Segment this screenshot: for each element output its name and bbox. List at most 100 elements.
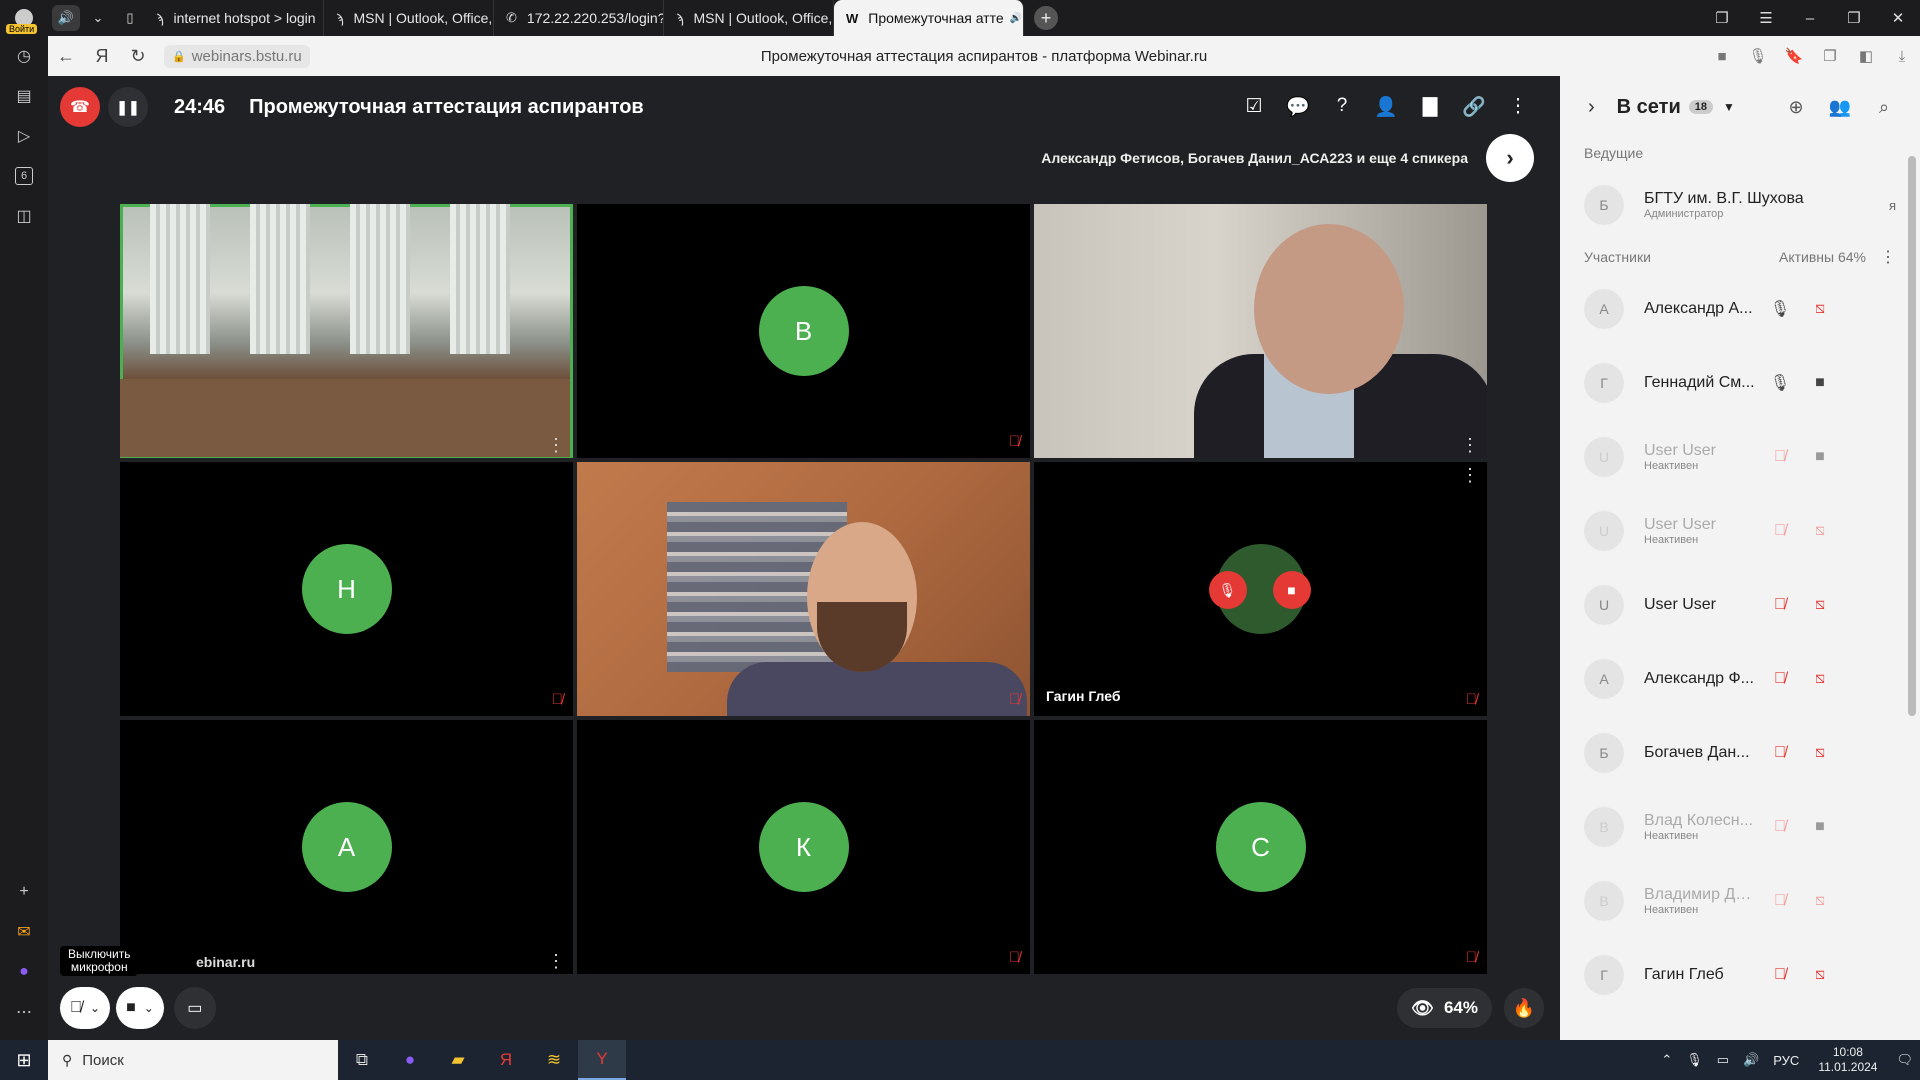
yandex-icon[interactable]: Я (84, 46, 120, 67)
download-icon[interactable]: ⤓ (1884, 48, 1920, 65)
video-feed[interactable]: ⋮ (1034, 204, 1487, 458)
group-icon[interactable]: 👥 (1818, 97, 1862, 118)
mail-icon[interactable]: ✉ (0, 912, 48, 952)
camera-icon[interactable]: ■ (126, 999, 136, 1017)
tab-audio-icon[interactable]: 🔊 (1010, 13, 1022, 24)
chevron-down-icon[interactable]: ⌄ (90, 1001, 100, 1015)
camera-on-icon[interactable]: ■ (1800, 818, 1840, 836)
mic-on-icon[interactable]: 🎙 (1760, 299, 1800, 319)
more-menu-icon[interactable]: ⋮ (1496, 95, 1540, 119)
tile-menu-icon[interactable]: ⋮ (547, 952, 565, 970)
camera-off-icon[interactable]: ⧅ (1800, 744, 1840, 762)
link-icon[interactable]: 🔗 (1452, 95, 1496, 119)
reactions-button[interactable]: 🔥 (1504, 988, 1544, 1028)
document-icon[interactable]: ▯ (116, 5, 144, 31)
chevron-down-icon[interactable]: ⌄ (144, 1001, 154, 1015)
camera-off-icon[interactable]: ⧅ (1800, 892, 1840, 910)
extensions-icon[interactable]: ❐ (1812, 47, 1848, 65)
screen-share-button[interactable]: ▭ (173, 987, 216, 1029)
participant-row[interactable]: В Влад Колесн... Неактивен 🎙̸ ■ (1560, 790, 1920, 864)
tile-menu-icon[interactable]: ⋮ (547, 436, 565, 454)
collections-icon[interactable]: ▤ (0, 76, 48, 116)
tile-menu-icon[interactable]: ⋮ (1461, 436, 1479, 454)
file-icon[interactable]: ▇ (1408, 95, 1452, 119)
counter-icon[interactable]: 6 (0, 156, 48, 196)
tab-bookmarks-icon[interactable]: ❐ (1700, 9, 1744, 27)
participant-row[interactable]: Г Гагин Глеб 🎙̸ ⧅ (1560, 938, 1920, 1012)
explorer-icon[interactable]: ▰ (434, 1040, 482, 1080)
participant-row[interactable]: U User User 🎙̸ ⧅ (1560, 568, 1920, 642)
camera-off-icon[interactable]: ⧅ (1800, 522, 1840, 540)
video-feed[interactable]: ⋮ (120, 204, 573, 458)
checklist-icon[interactable]: ☑ (1232, 95, 1276, 119)
panel-title[interactable]: В сети (1617, 96, 1681, 119)
camera-on-icon[interactable]: ■ (1800, 374, 1840, 392)
alice-app-icon[interactable]: ● (386, 1040, 434, 1080)
microphone-control[interactable]: 🎙̸ ⌄ (60, 987, 111, 1029)
participant-tile[interactable]: К 🎙̸ (577, 720, 1030, 974)
camera-off-icon[interactable]: ⧅ (1800, 966, 1840, 984)
camera-control[interactable]: ■ ⌄ (116, 987, 164, 1029)
pause-button[interactable]: ❚❚ (108, 87, 148, 127)
tile-menu-icon[interactable]: ⋮ (1461, 466, 1479, 484)
browser-tab[interactable]: ϡ internet hotspot > login (144, 0, 324, 36)
close-window-button[interactable]: ✕ (1876, 9, 1920, 27)
clock[interactable]: 10:08 11.01.2024 (1818, 1045, 1877, 1075)
notifications-icon[interactable]: 🗨 (1896, 1052, 1913, 1068)
mic-off-icon[interactable]: 🎙̸ (1760, 596, 1800, 614)
mic-off-icon[interactable]: 🎙̸ (1760, 818, 1800, 836)
video-feed[interactable]: 🎙̸ (577, 462, 1030, 716)
camera-off-icon[interactable]: ⧅ (1800, 300, 1840, 318)
add-panel-icon[interactable]: + (0, 872, 48, 912)
next-speakers-button[interactable]: › (1486, 134, 1534, 182)
chat-icon[interactable]: 💬 (1276, 95, 1320, 119)
browser-tab[interactable]: ✆ 172.22.220.253/login?dst= (494, 0, 664, 36)
camera-permission-icon[interactable]: ■ (1704, 48, 1740, 65)
screenshot-icon[interactable]: ◫ (0, 196, 48, 236)
bookmark-icon[interactable]: 🔖 (1776, 47, 1812, 65)
add-icon[interactable]: ⊕ (1774, 97, 1818, 118)
mic-permission-icon[interactable]: 🎙 (1740, 47, 1776, 65)
camera-off-icon[interactable]: ⧅ (1800, 596, 1840, 614)
participant-row[interactable]: В Владимир Де... Неактивен 🎙̸ ⧅ (1560, 864, 1920, 938)
reload-button[interactable]: ↻ (120, 46, 156, 67)
mic-on-icon[interactable]: 🎙 (1760, 373, 1800, 393)
minimize-button[interactable]: – (1788, 10, 1832, 27)
yandex-app-icon[interactable]: Я (482, 1040, 530, 1080)
kebab-icon[interactable]: ⋮ (1880, 247, 1896, 267)
participant-tile[interactable]: Н 🎙̸ (120, 462, 573, 716)
panel-scrollbar[interactable] (1908, 156, 1916, 716)
participant-row[interactable]: А Александр А... 🎙 ⧅ (1560, 272, 1920, 346)
camera-off-icon[interactable]: ⧅ (1800, 670, 1840, 688)
speaker-icon[interactable]: 🔊 (52, 5, 80, 31)
url-field[interactable]: 🔒 webinars.bstu.ru (164, 44, 310, 68)
video-icon[interactable]: ▷ (0, 116, 48, 156)
profile-sync-icon[interactable]: ◧ (1848, 47, 1884, 65)
browser-tab[interactable]: ϡ MSN | Outlook, Office, Skyp (664, 0, 834, 36)
participant-tile[interactable]: В 🎙̸ (577, 204, 1030, 458)
host-row[interactable]: Б БГТУ им. В.Г. Шухова Администратор я (1560, 168, 1920, 242)
tabs-dropdown-chevron-icon[interactable]: ⌄ (84, 5, 112, 31)
windows-start-icon[interactable]: ⊞ (0, 1050, 48, 1071)
mic-off-icon[interactable]: 🎙̸ (70, 999, 82, 1017)
restore-button[interactable]: ❐ (1832, 9, 1876, 27)
back-button[interactable]: ← (48, 46, 84, 67)
participant-tile[interactable]: А ⋮ (120, 720, 573, 974)
mic-off-icon[interactable]: 🎙̸ (1760, 670, 1800, 688)
participant-tile[interactable]: 🎙 ■ ⋮ Гагин Глеб 🎙̸ (1034, 462, 1487, 716)
volume-icon[interactable]: 🔊 (1743, 1052, 1759, 1068)
camera-on-icon[interactable]: ■ (1800, 448, 1840, 466)
new-tab-button[interactable]: + (1034, 6, 1058, 30)
mic-off-icon[interactable]: 🎙̸ (1760, 892, 1800, 910)
history-icon[interactable]: ◷ (0, 36, 48, 76)
taskbar-search[interactable]: ⚲ Поиск (48, 1040, 338, 1080)
search-icon[interactable]: ⌕ (1862, 97, 1906, 118)
collapse-panel-icon[interactable]: › (1588, 96, 1595, 119)
tray-mic-icon[interactable]: 🎙 (1686, 1052, 1703, 1068)
participant-row[interactable]: Г Геннадий См... 🎙 ■ (1560, 346, 1920, 420)
participant-row[interactable]: U User User Неактивен 🎙̸ ■ (1560, 420, 1920, 494)
participant-icon[interactable]: 👤 (1364, 95, 1408, 119)
participant-row[interactable]: U User User Неактивен 🎙̸ ⧅ (1560, 494, 1920, 568)
profile-button[interactable]: Войти (0, 0, 48, 36)
tray-chevron-icon[interactable]: ⌃ (1661, 1052, 1672, 1068)
